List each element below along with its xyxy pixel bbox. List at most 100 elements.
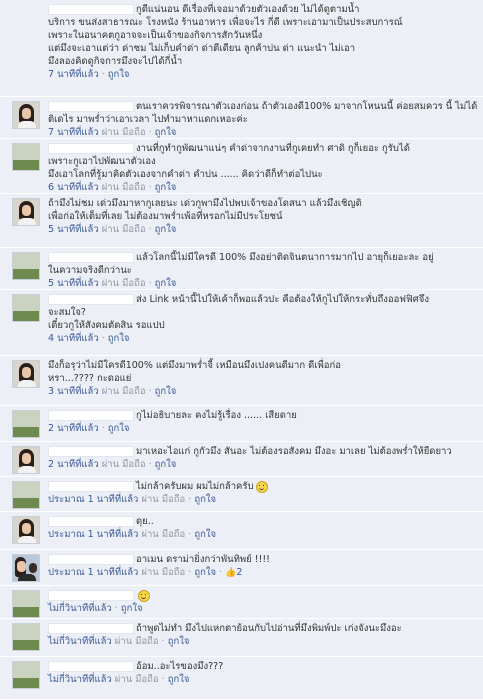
comment: มึงก็อรุว่าไม่มีใครดี100% แต่มึงมาพร่ำจี… bbox=[0, 356, 483, 406]
like-link[interactable]: ถูกใจ bbox=[155, 386, 177, 397]
comment-timestamp[interactable]: ประมาณ 1 นาทีที่แล้ว bbox=[48, 567, 138, 578]
avatar[interactable] bbox=[12, 661, 40, 689]
avatar-body bbox=[18, 121, 36, 128]
avatar[interactable] bbox=[12, 554, 40, 582]
avatar[interactable] bbox=[12, 623, 40, 651]
avatar[interactable] bbox=[12, 590, 40, 618]
comment-timestamp[interactable]: 5 นาทีที่แล้ว bbox=[48, 224, 99, 235]
commenter-name-hidden[interactable] bbox=[48, 554, 134, 565]
comment-timestamp[interactable]: ประมาณ 1 นาทีที่แล้ว bbox=[48, 529, 138, 540]
avatar[interactable] bbox=[12, 516, 40, 544]
posted-via-mobile: ผ่าน มือถือ bbox=[101, 278, 146, 289]
like-link[interactable]: ถูกใจ bbox=[155, 127, 177, 138]
commenter-name-hidden[interactable] bbox=[48, 410, 134, 421]
commenter-name-hidden[interactable] bbox=[48, 590, 134, 601]
comment-timestamp[interactable]: ไม่กี่วินาทีที่แล้ว bbox=[48, 636, 112, 647]
comment-text-line: มึงลองคิดดูกิจการมึงจะไปได้กี่น้ำ bbox=[48, 55, 475, 68]
commenter-name-hidden[interactable] bbox=[48, 623, 134, 634]
like-link[interactable]: ถูกใจ bbox=[155, 224, 177, 235]
like-link[interactable]: ถูกใจ bbox=[155, 459, 177, 470]
comment-timestamp[interactable]: 2 นาทีที่แล้ว bbox=[48, 423, 99, 434]
comment-text-line: เพื่อก่อให้เต็มที่เลย ไม่ต้องมาพร่ำเพ้อท… bbox=[48, 210, 475, 223]
comment-timestamp[interactable]: 7 นาทีที่แล้ว bbox=[48, 69, 99, 80]
comment-text: เพราะในอนาคตกูอาจจะเป็นเจ้าของกิจการสักว… bbox=[48, 30, 263, 41]
avatar[interactable] bbox=[12, 101, 40, 129]
like-count[interactable]: 2 bbox=[236, 567, 242, 578]
comment-text: หรา...???? กะดอแย่ bbox=[48, 373, 132, 384]
like-link[interactable]: ถูกใจ bbox=[108, 333, 130, 344]
comment: กูดีแน่นอน ดีเรื่องที่เจอมาด้วยตัวเองด้ว… bbox=[0, 0, 483, 97]
avatar-body bbox=[18, 536, 36, 543]
comment-meta: 7 นาทีที่แล้ว · ถูกใจ bbox=[48, 69, 130, 80]
comment-timestamp[interactable]: ประมาณ 1 นาทีที่แล้ว bbox=[48, 494, 138, 505]
like-link[interactable]: ถูกใจ bbox=[155, 278, 177, 289]
comment-timestamp[interactable]: 6 นาทีที่แล้ว bbox=[48, 182, 99, 193]
comment-text: ส่ง Link หน้านี้ไปให้เค้าก็พอแล้วปะ คือต… bbox=[136, 294, 429, 305]
like-link[interactable]: ถูกใจ bbox=[155, 182, 177, 193]
comment-text: ดุย.. bbox=[136, 516, 154, 527]
commenter-name-hidden[interactable] bbox=[48, 661, 134, 672]
like-link[interactable]: ถูกใจ bbox=[194, 567, 216, 578]
posted-via-mobile: ผ่าน มือถือ bbox=[114, 636, 159, 647]
avatar[interactable] bbox=[12, 360, 40, 388]
avatar-grass bbox=[13, 497, 39, 508]
comment-content: ถ้าพูดไม่ทำ มึงไปแหกตาย้อนกับไปอ่านที่มึ… bbox=[48, 622, 475, 648]
like-link[interactable]: ถูกใจ bbox=[194, 494, 216, 505]
commenter-name-hidden[interactable] bbox=[48, 101, 134, 112]
commenter-name-hidden[interactable] bbox=[48, 4, 134, 15]
avatar-grass bbox=[13, 159, 39, 170]
commenter-name-hidden[interactable] bbox=[48, 446, 134, 457]
commenter-name-hidden[interactable] bbox=[48, 143, 134, 154]
avatar-body bbox=[18, 466, 36, 473]
posted-via-mobile: ผ่าน มือถือ bbox=[101, 459, 146, 470]
comment: ถ้าพูดไม่ทำ มึงไปแหกตาย้อนกับไปอ่านที่มึ… bbox=[0, 619, 483, 657]
avatar-grass bbox=[13, 426, 39, 437]
like-link[interactable]: ถูกใจ bbox=[168, 674, 190, 685]
thumbs-up-icon[interactable]: 👍 bbox=[225, 567, 236, 580]
like-link[interactable]: ถูกใจ bbox=[108, 423, 130, 434]
commenter-name-hidden[interactable] bbox=[48, 516, 134, 527]
comment: งานที่กูทำกูพัฒนาแน่ๆ คำด่าจากงานที่กูเค… bbox=[0, 139, 483, 194]
like-link[interactable]: ถูกใจ bbox=[108, 69, 130, 80]
comment-timestamp[interactable]: 5 นาทีที่แล้ว bbox=[48, 278, 99, 289]
commenter-name-hidden[interactable] bbox=[48, 252, 134, 263]
posted-via-mobile: ผ่าน มือถือ bbox=[114, 674, 159, 685]
comment-timestamp[interactable]: 4 นาทีที่แล้ว bbox=[48, 333, 99, 344]
comment-content: มึงก็อรุว่าไม่มีใครดี100% แต่มึงมาพร่ำจี… bbox=[48, 359, 475, 398]
avatar[interactable] bbox=[12, 252, 40, 280]
like-link[interactable]: ถูกใจ bbox=[121, 603, 143, 614]
like-link[interactable]: ถูกใจ bbox=[168, 636, 190, 647]
smiley-emoticon bbox=[138, 589, 150, 602]
comment-thread: กูดีแน่นอน ดีเรื่องที่เจอมาด้วยตัวเองด้ว… bbox=[0, 0, 483, 700]
comment-text-line: จะสมใจ? bbox=[48, 306, 475, 319]
comment-text: จะสมใจ? bbox=[48, 307, 86, 318]
avatar[interactable] bbox=[12, 410, 40, 438]
like-link[interactable]: ถูกใจ bbox=[194, 529, 216, 540]
comment-content: อาเมน ดราม่ายิ่งกว่าพันทิพย์ !!!! ประมาณ … bbox=[48, 553, 475, 580]
avatar-grass bbox=[13, 677, 39, 688]
avatar[interactable] bbox=[12, 481, 40, 509]
comment-timestamp[interactable]: 7 นาทีที่แล้ว bbox=[48, 127, 99, 138]
comment-content: ตนเราควรพิจารณาตัวเองก่อน ถ้าตัวเองดี100… bbox=[48, 100, 477, 139]
comment-timestamp[interactable]: 3 นาทีที่แล้ว bbox=[48, 386, 99, 397]
comment-text-line: ไม่กล้าครับผม ผมไม่กล้าครับ bbox=[48, 480, 475, 493]
comment-meta: 7 นาทีที่แล้ว ผ่าน มือถือ · ถูกใจ bbox=[48, 127, 177, 138]
avatar[interactable] bbox=[12, 143, 40, 171]
posted-via-mobile: ผ่าน มือถือ bbox=[101, 182, 146, 193]
comment-timestamp[interactable]: ไม่กี่วินาทีที่แล้ว bbox=[48, 603, 112, 614]
comment-meta: ประมาณ 1 นาทีที่แล้ว ผ่าน มือถือ · ถูกใจ… bbox=[48, 567, 243, 580]
comment-timestamp[interactable]: ไม่กี่วินาทีที่แล้ว bbox=[48, 674, 112, 685]
avatar[interactable] bbox=[12, 446, 40, 474]
comment-text: มึงลองคิดดูกิจการมึงจะไปได้กี่น้ำ bbox=[48, 56, 183, 67]
avatar-second-person bbox=[29, 563, 37, 573]
avatar[interactable] bbox=[12, 294, 40, 322]
comment-content: ส่ง Link หน้านี้ไปให้เค้าก็พอแล้วปะ คือต… bbox=[48, 293, 475, 345]
avatar[interactable] bbox=[12, 198, 40, 226]
comment-text: อ้อม..อะไรของมึง??? bbox=[136, 661, 224, 672]
commenter-name-hidden[interactable] bbox=[48, 294, 134, 305]
commenter-name-hidden[interactable] bbox=[48, 481, 134, 492]
comment-text: เพราะกูเอาไปพัฒนาตัวเอง bbox=[48, 156, 156, 167]
comment: ดุย.. ประมาณ 1 นาทีที่แล้ว ผ่าน มือถือ · … bbox=[0, 512, 483, 550]
comment-timestamp[interactable]: 2 นาทีที่แล้ว bbox=[48, 459, 99, 470]
comment-text: ถ้ามึงไม่ชม เด่วมึงมาหากูเลยนะ เด่วกูพาม… bbox=[48, 198, 362, 209]
